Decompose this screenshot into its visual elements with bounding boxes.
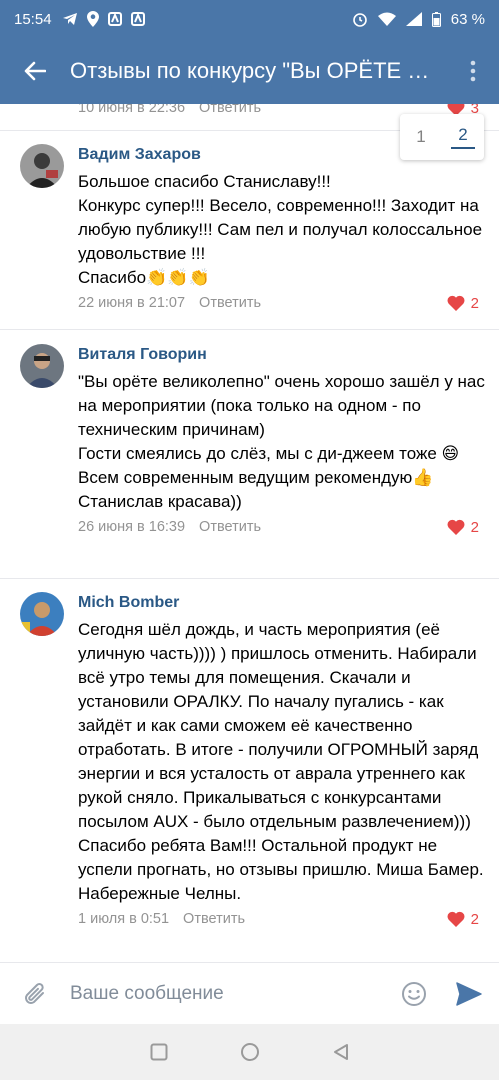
like-button[interactable]: 2 xyxy=(447,295,479,312)
heart-icon xyxy=(447,519,465,535)
status-time: 15:54 xyxy=(14,10,52,28)
divider xyxy=(0,329,499,330)
status-bar: 15:54 63 % xyxy=(0,0,499,38)
heart-icon xyxy=(447,911,465,927)
comment-text: "Вы орёте великолепно" очень хорошо зашё… xyxy=(78,372,485,511)
attach-button[interactable] xyxy=(0,963,70,1025)
comment-date: 26 июня в 16:39 xyxy=(78,519,186,535)
battery-icon xyxy=(431,11,441,27)
comments-list: 10 июня в 22:36 Ответить 3 Вадим Захаров… xyxy=(0,104,499,962)
app-toolbar: Отзывы по конкурсу "Вы ОРЁТЕ ВЕЛИКОЛЕПНО… xyxy=(0,38,499,104)
smiley-icon xyxy=(402,981,426,1006)
comment-meta: 1 июля в 0:51 Ответить 2 xyxy=(78,908,489,930)
reply-link[interactable]: Ответить xyxy=(199,295,261,311)
comment-text: Сегодня шёл дождь, и часть мероприятия (… xyxy=(78,620,484,903)
comment-date: 10 июня в 22:36 xyxy=(78,104,186,116)
comment-meta: 26 июня в 16:39 Ответить 2 xyxy=(78,516,489,538)
avatar[interactable] xyxy=(20,144,64,188)
notification-icons xyxy=(62,11,145,27)
alarm-icon xyxy=(352,13,367,27)
comment-author[interactable]: Виталя Говорин xyxy=(78,344,489,366)
like-button[interactable]: 2 xyxy=(447,519,479,536)
location-icon xyxy=(86,11,99,27)
home-icon[interactable] xyxy=(240,1042,260,1062)
avatar[interactable] xyxy=(20,344,64,388)
comment-date: 22 июня в 21:07 xyxy=(78,295,186,311)
send-icon xyxy=(456,981,482,1006)
app-notification-icon xyxy=(107,12,122,26)
like-button[interactable]: 2 xyxy=(447,911,479,928)
wifi-icon xyxy=(377,12,396,26)
message-input[interactable]: Ваше сообщение xyxy=(70,963,389,1025)
telegram-icon xyxy=(62,13,77,25)
app-notification-icon xyxy=(130,12,145,26)
back-nav-icon[interactable] xyxy=(332,1043,350,1061)
more-vertical-icon xyxy=(470,60,476,82)
page-2-button[interactable]: 2 xyxy=(451,125,475,149)
like-count: 2 xyxy=(470,910,479,928)
like-count: 2 xyxy=(470,518,479,536)
page-switcher: 1 2 xyxy=(400,114,484,160)
signal-icon xyxy=(405,12,422,26)
more-menu-button[interactable] xyxy=(447,38,499,104)
comment-date: 1 июля в 0:51 xyxy=(78,911,170,927)
avatar[interactable] xyxy=(20,592,64,636)
emoji-button[interactable] xyxy=(389,963,439,1025)
recents-icon[interactable] xyxy=(150,1043,168,1061)
back-button[interactable] xyxy=(0,38,70,104)
send-button[interactable] xyxy=(439,963,499,1025)
reply-link[interactable]: Ответить xyxy=(183,911,245,927)
reply-link[interactable]: Ответить xyxy=(199,519,261,535)
like-count: 2 xyxy=(470,294,479,312)
paperclip-icon xyxy=(25,982,44,1004)
reply-link[interactable]: Ответить xyxy=(199,104,261,116)
page-title: Отзывы по конкурсу "Вы ОРЁТЕ ВЕЛИКОЛЕПНО… xyxy=(70,58,447,83)
comment-text: Большое спасибо Станиславу!!! Конкурс су… xyxy=(78,172,483,287)
heart-icon xyxy=(447,295,465,311)
system-nav-bar xyxy=(0,1024,499,1080)
page-1-button[interactable]: 1 xyxy=(409,127,433,147)
arrow-left-icon xyxy=(24,61,46,81)
battery-level: 63 % xyxy=(450,10,485,28)
comment-meta: 22 июня в 21:07 Ответить 2 xyxy=(78,292,489,314)
message-composer: Ваше сообщение xyxy=(0,962,499,1024)
divider xyxy=(0,578,499,579)
comment-author[interactable]: Mich Bomber xyxy=(78,592,489,614)
